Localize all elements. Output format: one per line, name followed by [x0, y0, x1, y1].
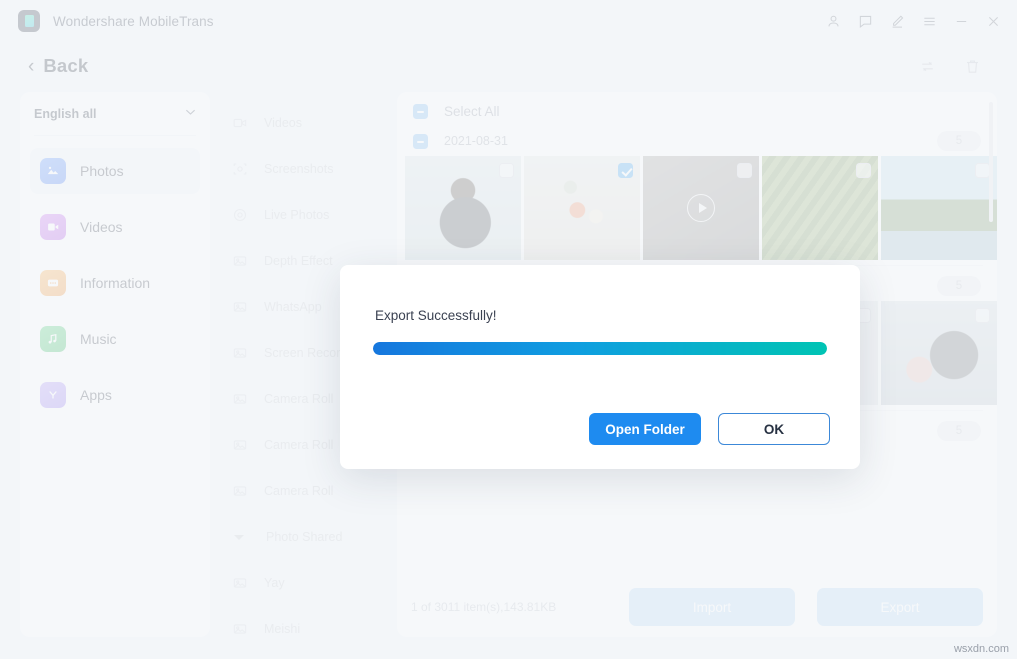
dialog-actions: Open Folder OK [589, 413, 830, 445]
export-success-dialog: Export Successfully! Open Folder OK [340, 265, 860, 469]
progress-bar [373, 342, 827, 355]
progress-bar-fill [373, 342, 827, 355]
watermark: wsxdn.com [954, 643, 1009, 655]
ok-button[interactable]: OK [718, 413, 830, 445]
application-window: Wondershare MobileTrans [0, 0, 1017, 659]
open-folder-button[interactable]: Open Folder [589, 413, 701, 445]
dialog-title: Export Successfully! [375, 308, 497, 323]
